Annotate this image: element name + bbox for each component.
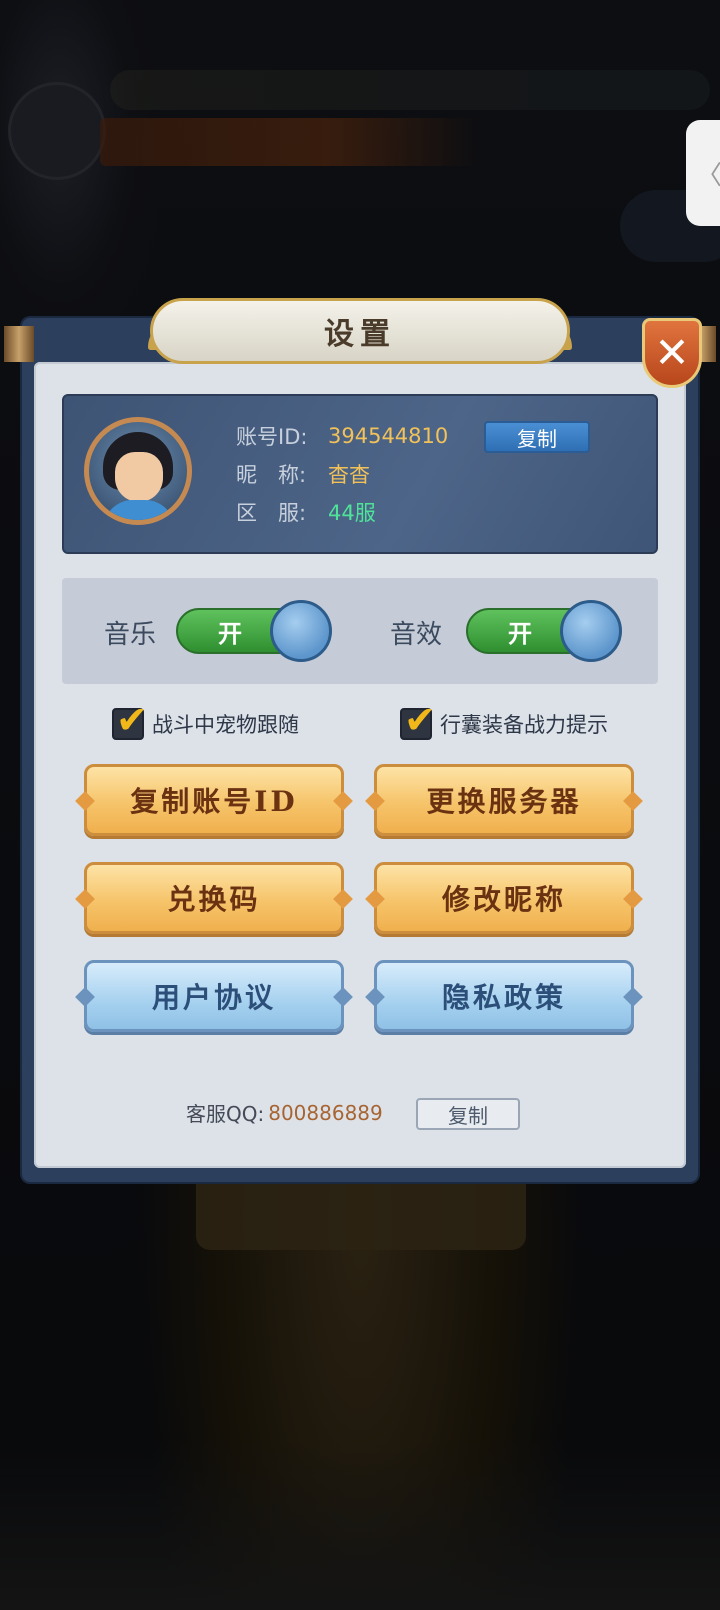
title-plate: 设置 [150,298,570,364]
change-nickname-button[interactable]: 修改昵称 [374,862,634,934]
server-label: 区 服: [236,501,307,525]
redeem-code-button[interactable]: 兑换码 [84,862,344,934]
dialog-rail-left [4,326,34,362]
equip-power-hint-option[interactable]: ✔ 行囊装备战力提示 [400,698,608,742]
music-toggle-knob [270,600,332,662]
copy-account-id-button[interactable]: 复制账号ID [84,764,344,836]
music-label: 音乐 [104,620,157,650]
account-id-value: 394544810 [328,424,449,448]
equip-power-hint-checkbox[interactable]: ✔ [400,698,436,742]
user-agreement-button[interactable]: 用户协议 [84,960,344,1032]
sfx-toggle-knob [560,600,622,662]
customer-service-number: 800886889 [268,1100,383,1125]
customer-service-row: 客服QQ: 800886889 [186,1098,383,1127]
close-icon: ✕ [654,328,690,377]
avatar-face [115,452,163,502]
pet-follow-checkbox[interactable]: ✔ [112,698,148,742]
account-id-row: 账号ID: 394544810 [236,421,448,451]
equip-power-hint-label: 行囊装备战力提示 [440,713,608,737]
nickname-label: 昵 称: [236,463,307,487]
copy-account-id-small-button[interactable]: 复制 [484,421,590,453]
sfx-label: 音效 [390,620,443,650]
pet-follow-option[interactable]: ✔ 战斗中宠物跟随 [112,698,299,742]
chevron-left-icon: 〈 [696,160,720,191]
sfx-toggle-state: 开 [508,620,532,648]
nickname-row: 昵 称: 杳杳 [236,459,370,489]
privacy-policy-button[interactable]: 隐私政策 [374,960,634,1032]
side-drawer-tab[interactable]: 〈 [686,120,720,226]
background-top-bar [110,70,710,110]
customer-service-label: 客服QQ: [186,1102,265,1126]
avatar [84,417,192,525]
background-banner [100,118,480,166]
sfx-toggle[interactable]: 开 [466,600,622,662]
pet-follow-label: 战斗中宠物跟随 [152,713,299,737]
change-server-button[interactable]: 更换服务器 [374,764,634,836]
server-value: 44服 [328,501,376,525]
background-bottom-nav [0,1440,720,1610]
music-toggle[interactable]: 开 [176,600,332,662]
server-row: 区 服: 44服 [236,497,376,527]
checkmark-icon: ✔ [404,698,436,742]
checkmark-icon: ✔ [116,698,148,742]
dialog-title: 设置 [324,317,396,352]
close-button[interactable]: ✕ [642,318,702,388]
background-player-avatar [8,82,106,180]
copy-service-qq-button[interactable]: 复制 [416,1098,520,1130]
nickname-value: 杳杳 [328,463,370,487]
music-toggle-state: 开 [218,620,242,648]
account-id-label: 账号ID: [236,425,308,449]
